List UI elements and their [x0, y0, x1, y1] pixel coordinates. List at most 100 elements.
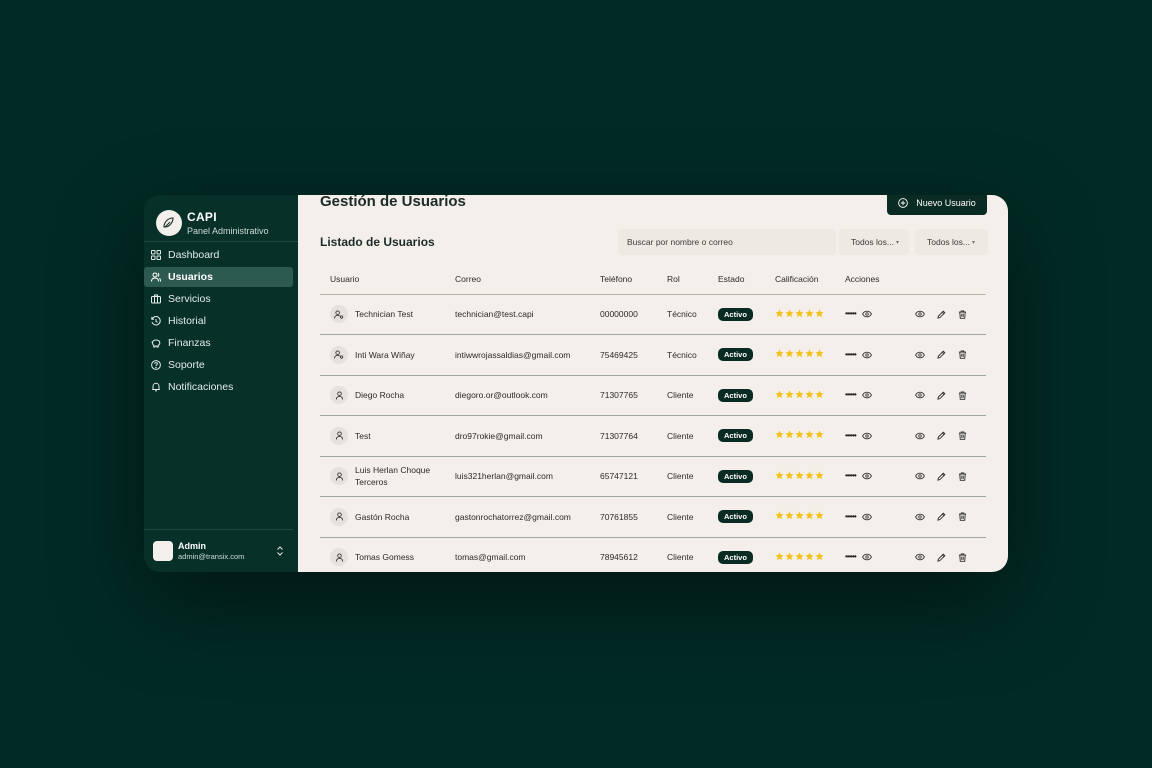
view-eye-icon[interactable] [915, 472, 925, 480]
star-icon [795, 309, 804, 318]
cell-usuario: Technician Test [320, 294, 455, 335]
view-eye-icon[interactable] [915, 432, 925, 440]
cell-rol: Cliente [667, 537, 718, 572]
user-name: Gastón Rocha [355, 511, 410, 522]
edit-pencil-icon[interactable] [937, 431, 946, 440]
masked-password: •••••• [845, 471, 857, 481]
star-icon [795, 349, 804, 358]
cell-estado: Activo [718, 496, 775, 538]
user-icon [330, 467, 348, 486]
delete-trash-icon[interactable] [958, 350, 967, 359]
eye-icon[interactable] [861, 351, 872, 359]
edit-pencil-icon[interactable] [937, 512, 946, 521]
cell-rol: Técnico [667, 334, 718, 376]
table-row: Test dro97rokie@gmail.com 71307764 Cliente A… [320, 415, 986, 457]
sidebar-item-historial[interactable]: Historial [144, 311, 293, 331]
status-badge: Activo [718, 348, 753, 362]
status-badge: Activo [718, 388, 753, 402]
delete-trash-icon[interactable] [958, 472, 967, 481]
eye-icon[interactable] [861, 553, 872, 561]
cell-correo: diegoro.or@outlook.com [455, 375, 600, 416]
sidebar-item-notificaciones[interactable]: Notificaciones [144, 377, 293, 397]
new-user-button[interactable]: Nuevo Usuario [887, 195, 987, 215]
eye-icon[interactable] [861, 513, 872, 521]
role-filter-select[interactable]: Todos los... ▾ [839, 229, 909, 255]
star-icon [815, 349, 824, 358]
star-icon [815, 309, 824, 318]
star-icon [785, 511, 794, 520]
sidebar-nav: Dashboard Usuarios Servicios Historial F… [144, 242, 298, 397]
cell-correo: intiwwrojassaldias@gmail.com [455, 334, 600, 376]
star-icon [775, 390, 784, 399]
star-icon [785, 552, 794, 561]
masked-password: •••••• [845, 430, 857, 440]
star-icon [805, 349, 814, 358]
cell-correo: gastonrochatorrez@gmail.com [455, 496, 600, 538]
chevron-down-icon: ▾ [972, 239, 976, 246]
star-icon [775, 552, 784, 561]
user-name: Diego Rocha [355, 390, 405, 401]
view-eye-icon[interactable] [915, 351, 925, 359]
star-icon [815, 511, 824, 520]
search-input[interactable] [618, 229, 836, 255]
sidebar-item-servicios[interactable]: Servicios [144, 289, 293, 309]
edit-pencil-icon[interactable] [937, 472, 946, 481]
star-icon [805, 552, 814, 561]
cell-acciones [907, 375, 986, 416]
sidebar-item-dashboard[interactable]: Dashboard [144, 245, 293, 265]
table-row: Diego Rocha diegoro.or@outlook.com 7130776… [320, 375, 986, 416]
sidebar-item-label: Notificaciones [168, 381, 234, 393]
view-eye-icon[interactable] [915, 513, 925, 521]
account-name: Admin [178, 541, 206, 551]
cell-acciones [907, 537, 986, 572]
user-icon [330, 426, 348, 445]
users-icon [151, 272, 161, 282]
cell-correo: technician@test.capi [455, 294, 600, 335]
edit-pencil-icon[interactable] [937, 553, 946, 562]
cell-password: •••••• [845, 415, 907, 457]
eye-icon[interactable] [861, 472, 872, 480]
edit-pencil-icon[interactable] [937, 310, 946, 319]
cell-estado: Activo [718, 537, 775, 572]
cell-calificacion [775, 375, 845, 416]
star-icon [775, 349, 784, 358]
rating-stars [775, 511, 824, 520]
status-badge: Activo [718, 469, 753, 483]
rating-stars [775, 430, 824, 439]
sidebar-item-soporte[interactable]: Soporte [144, 355, 293, 375]
page-title: Gestión de Usuarios [320, 195, 466, 210]
cell-password: •••••• [845, 537, 907, 572]
user-name: Tomas Gomess [355, 552, 415, 563]
cell-calificacion [775, 294, 845, 335]
edit-pencil-icon[interactable] [937, 350, 946, 359]
edit-pencil-icon[interactable] [937, 391, 946, 400]
table-header-row: Usuario Correo Teléfono Rol Estado Calif… [320, 265, 986, 295]
status-filter-value: Todos los... [927, 237, 970, 247]
cell-telefono: 75469425 [600, 334, 667, 376]
star-icon [815, 430, 824, 439]
eye-icon[interactable] [861, 391, 872, 399]
star-icon [815, 552, 824, 561]
status-filter-select[interactable]: Todos los... ▾ [915, 229, 988, 255]
sidebar-item-finanzas[interactable]: Finanzas [144, 333, 293, 353]
delete-trash-icon[interactable] [958, 431, 967, 440]
cell-usuario: Gastón Rocha [320, 496, 455, 538]
eye-icon[interactable] [861, 432, 872, 440]
bell-icon [151, 382, 161, 392]
account-switcher[interactable]: Admin admin@transix.com [144, 529, 293, 572]
plus-circle-icon [898, 198, 909, 208]
sidebar-item-usuarios[interactable]: Usuarios [144, 267, 293, 287]
star-icon [785, 471, 794, 480]
view-eye-icon[interactable] [915, 310, 925, 318]
delete-trash-icon[interactable] [958, 310, 967, 319]
delete-trash-icon[interactable] [958, 553, 967, 562]
delete-trash-icon[interactable] [958, 512, 967, 521]
cell-acciones [907, 496, 986, 538]
view-eye-icon[interactable] [915, 553, 925, 561]
rating-stars [775, 349, 824, 358]
user-cog-icon [330, 305, 348, 324]
view-eye-icon[interactable] [915, 391, 925, 399]
delete-trash-icon[interactable] [958, 391, 967, 400]
rating-stars [775, 390, 824, 399]
eye-icon[interactable] [861, 310, 872, 318]
